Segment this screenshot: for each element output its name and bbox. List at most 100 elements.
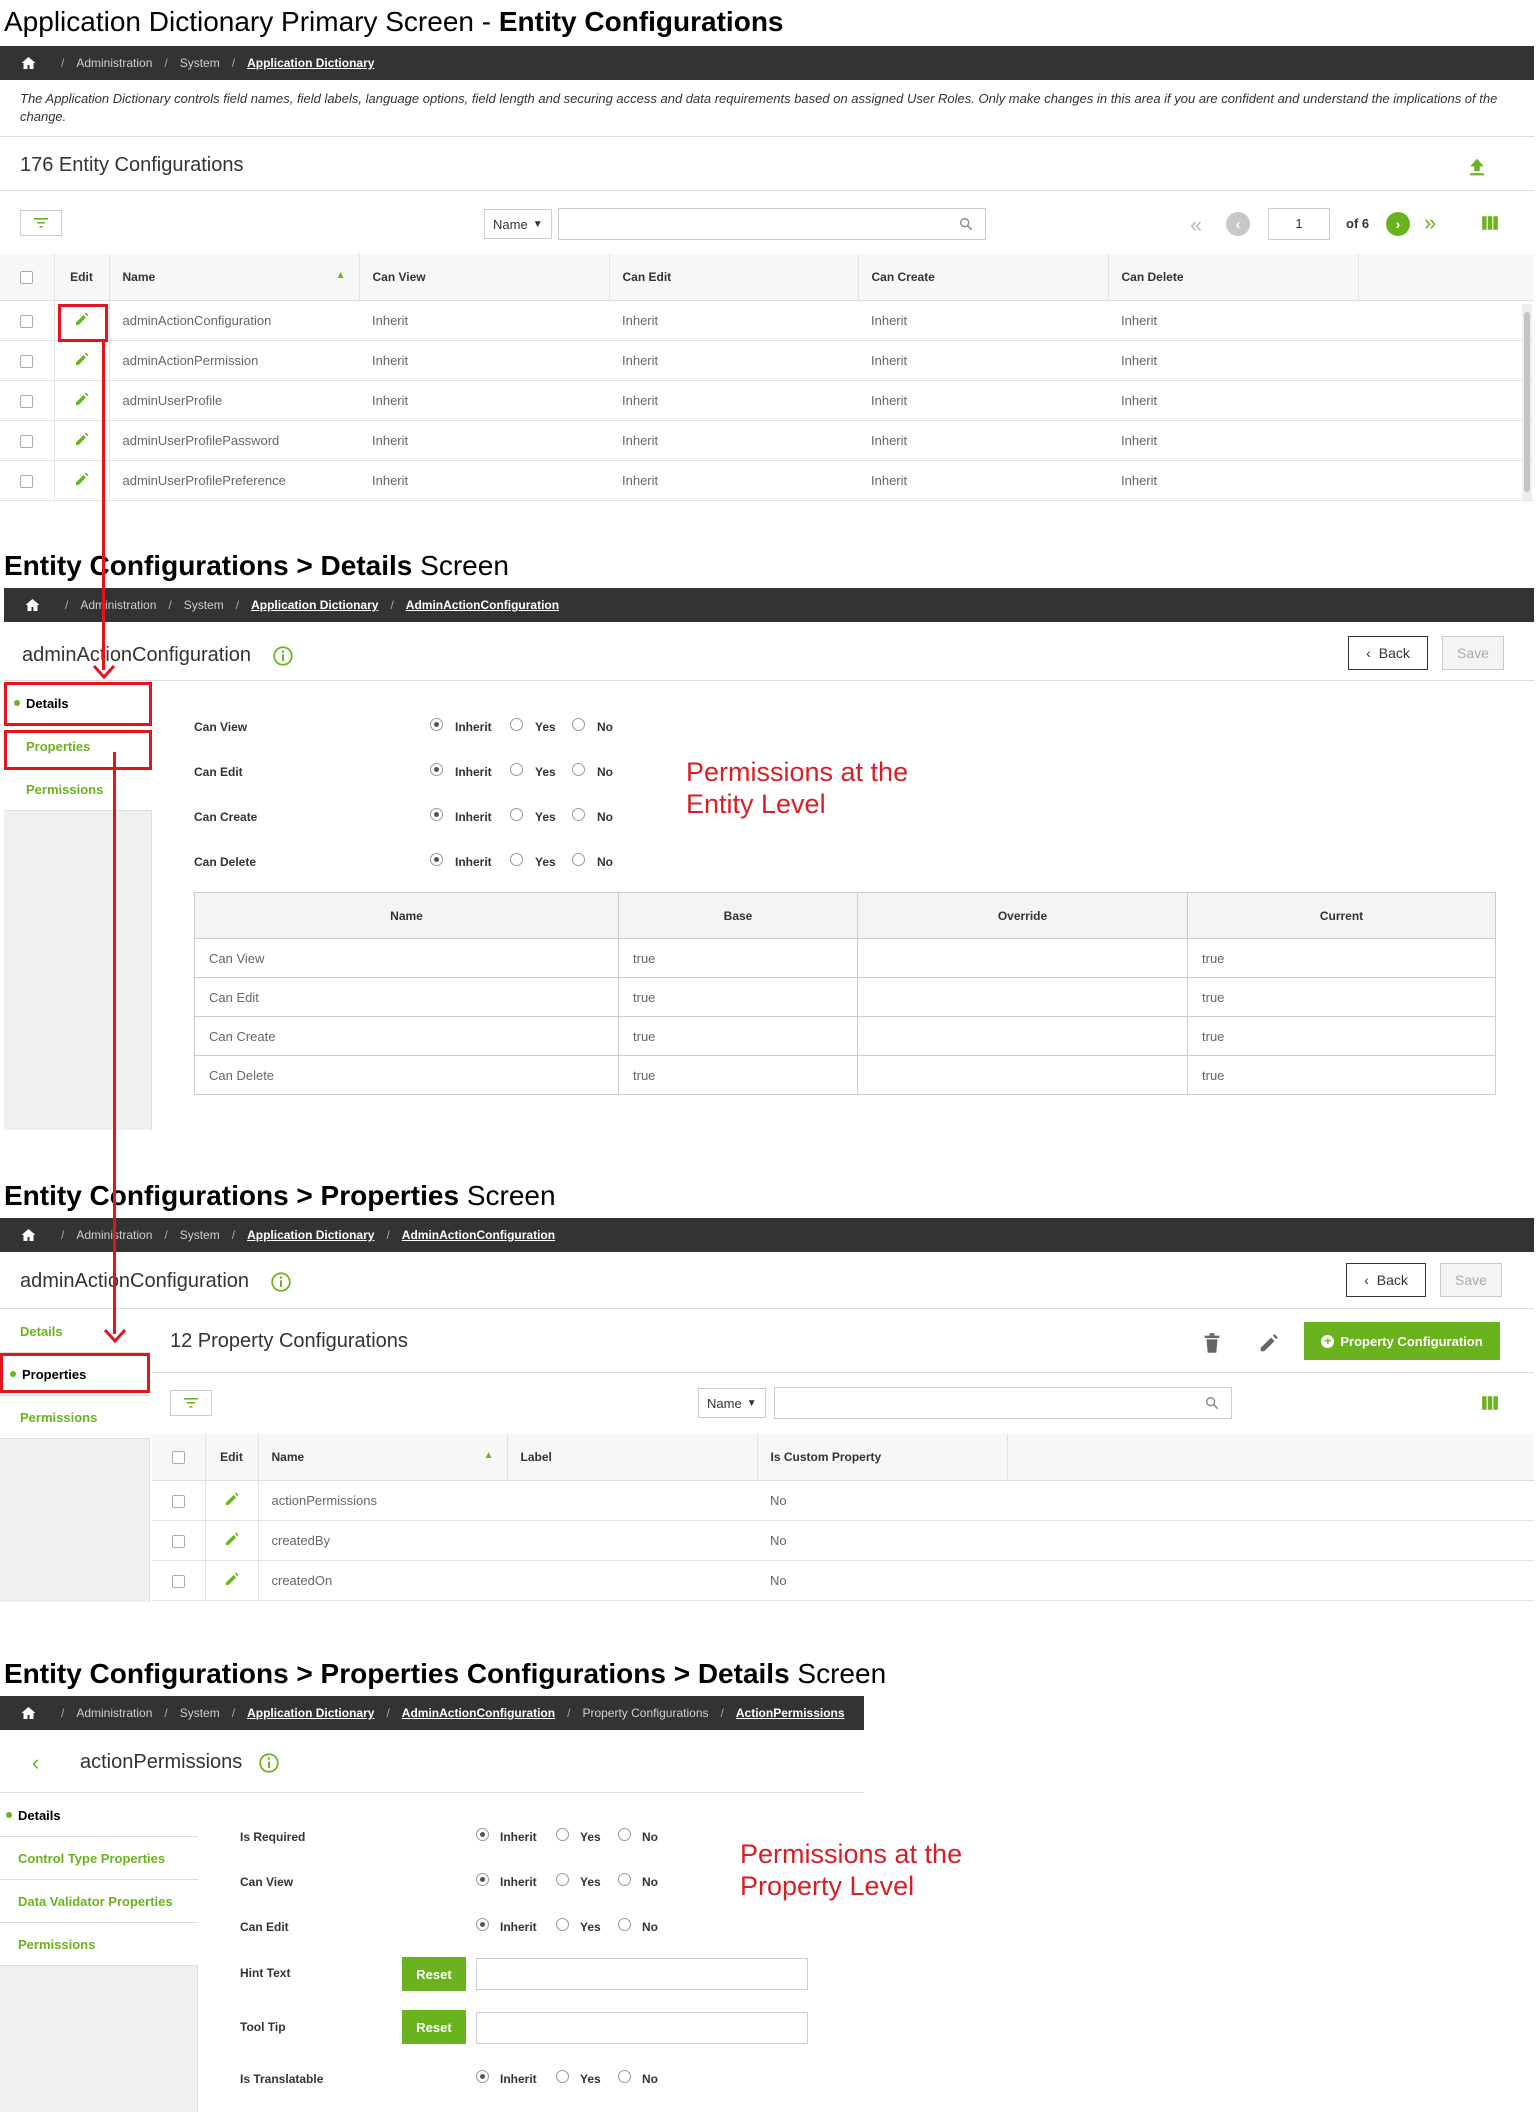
table-row[interactable]: adminActionConfiguration Inherit Inherit In… (0, 300, 1534, 341)
row-checkbox[interactable] (171, 1574, 185, 1588)
filter-button[interactable] (20, 210, 62, 236)
table-row[interactable]: adminUserProfile Inherit Inherit Inherit Inh… (0, 380, 1534, 421)
col-can-create[interactable]: Can Create (858, 254, 1109, 301)
filter-button[interactable] (170, 1390, 212, 1416)
col-can-edit[interactable]: Can Edit (609, 254, 859, 301)
nav-control-type-properties[interactable]: Control Type Properties (0, 1837, 198, 1880)
next-page-button[interactable]: › (1386, 212, 1410, 236)
radio-inherit[interactable] (430, 718, 443, 731)
radio-no[interactable] (572, 853, 585, 866)
crumb-admin-action-configuration[interactable]: AdminActionConfiguration (402, 1228, 555, 1242)
crumb-property-configurations[interactable]: Property Configurations (582, 1706, 708, 1720)
radio-yes[interactable] (556, 2070, 569, 2083)
table-row[interactable]: actionPermissions No (152, 1480, 1534, 1521)
hint-reset-button[interactable]: Reset (402, 1957, 466, 1991)
row-checkbox[interactable] (20, 474, 34, 488)
crumb-system[interactable]: System (180, 56, 220, 70)
first-page-icon[interactable]: « (1190, 212, 1202, 238)
crumb-administration[interactable]: Administration (80, 598, 156, 612)
row-checkbox[interactable] (20, 314, 34, 328)
radio-yes[interactable] (510, 718, 523, 731)
save-button[interactable]: Save (1440, 1263, 1502, 1297)
col-name[interactable]: Name ▲ (109, 254, 360, 301)
table-row[interactable]: adminUserProfilePreference Inherit Inherit… (0, 460, 1534, 501)
back-chevron-icon[interactable]: ‹ (32, 1750, 39, 1776)
edit-pencil-icon[interactable] (1258, 1332, 1280, 1354)
crumb-system[interactable]: System (180, 1706, 220, 1720)
home-icon[interactable] (24, 597, 41, 613)
radio-yes[interactable] (510, 853, 523, 866)
page-number-input[interactable]: 1 (1268, 208, 1330, 240)
home-icon[interactable] (20, 55, 37, 71)
crumb-application-dictionary[interactable]: Application Dictionary (247, 1228, 374, 1242)
upload-icon[interactable] (1466, 156, 1488, 178)
col-name[interactable]: Name ▲ (258, 1434, 508, 1481)
row-checkbox[interactable] (171, 1534, 185, 1548)
tool-tip-input[interactable] (476, 2012, 808, 2044)
edit-pencil-icon[interactable] (74, 351, 90, 367)
home-icon[interactable] (20, 1227, 37, 1243)
search-input[interactable] (558, 208, 986, 240)
edit-pencil-icon[interactable] (74, 471, 90, 487)
radio-yes[interactable] (556, 1828, 569, 1841)
edit-pencil-icon[interactable] (224, 1531, 240, 1547)
row-checkbox[interactable] (171, 1494, 185, 1508)
info-icon[interactable] (272, 645, 294, 667)
tooltip-reset-button[interactable]: Reset (402, 2010, 466, 2044)
table-row[interactable]: createdOn No (152, 1560, 1534, 1601)
table-scrollbar[interactable] (1522, 304, 1532, 500)
radio-no[interactable] (618, 1873, 631, 1886)
radio-yes[interactable] (556, 1873, 569, 1886)
select-all-checkbox[interactable] (171, 1450, 185, 1464)
crumb-application-dictionary[interactable]: Application Dictionary (247, 1706, 374, 1720)
nav-data-validator-properties[interactable]: Data Validator Properties (0, 1880, 198, 1923)
columns-icon[interactable] (1480, 1394, 1500, 1412)
nav-permissions[interactable]: Permissions (0, 1396, 150, 1439)
back-button[interactable]: ‹ Back (1346, 1263, 1426, 1297)
radio-no[interactable] (618, 2070, 631, 2083)
edit-pencil-icon[interactable] (224, 1491, 240, 1507)
radio-inherit[interactable] (430, 763, 443, 776)
col-is-custom-property[interactable]: Is Custom Property (757, 1434, 1008, 1481)
col-can-delete[interactable]: Can Delete (1108, 254, 1359, 301)
add-property-configuration-button[interactable]: + Property Configuration (1304, 1322, 1500, 1360)
radio-inherit[interactable] (476, 1873, 489, 1886)
radio-yes[interactable] (556, 1918, 569, 1931)
nav-details[interactable]: Details (0, 1794, 198, 1837)
last-page-icon[interactable]: » (1424, 210, 1436, 236)
crumb-application-dictionary[interactable]: Application Dictionary (247, 56, 374, 70)
table-row[interactable]: adminActionPermission Inherit Inherit Inher… (0, 340, 1534, 381)
radio-inherit[interactable] (476, 1918, 489, 1931)
filter-field-select[interactable]: Name ▼ (484, 209, 552, 239)
row-checkbox[interactable] (20, 434, 34, 448)
radio-no[interactable] (572, 808, 585, 821)
prev-page-button[interactable]: ‹ (1226, 212, 1250, 236)
home-icon[interactable] (20, 1705, 37, 1721)
table-row[interactable]: createdBy No (152, 1520, 1534, 1561)
radio-no[interactable] (572, 763, 585, 776)
info-icon[interactable] (258, 1752, 280, 1774)
search-input[interactable] (774, 1387, 1232, 1419)
edit-pencil-icon[interactable] (74, 391, 90, 407)
radio-yes[interactable] (510, 763, 523, 776)
crumb-admin-action-configuration[interactable]: AdminActionConfiguration (406, 598, 559, 612)
crumb-system[interactable]: System (184, 598, 224, 612)
col-label[interactable]: Label (507, 1434, 758, 1481)
edit-pencil-icon[interactable] (224, 1571, 240, 1587)
radio-inherit[interactable] (430, 808, 443, 821)
columns-icon[interactable] (1480, 214, 1500, 232)
crumb-action-permissions[interactable]: ActionPermissions (736, 1706, 845, 1720)
row-checkbox[interactable] (20, 394, 34, 408)
nav-details[interactable]: Details (0, 1310, 150, 1353)
info-icon[interactable] (270, 1271, 292, 1293)
crumb-administration[interactable]: Administration (76, 56, 152, 70)
trash-icon[interactable] (1202, 1332, 1222, 1354)
radio-no[interactable] (618, 1918, 631, 1931)
table-row[interactable]: adminUserProfilePassword Inherit Inherit In… (0, 420, 1534, 461)
crumb-administration[interactable]: Administration (76, 1706, 152, 1720)
radio-no[interactable] (572, 718, 585, 731)
hint-text-input[interactable] (476, 1958, 808, 1990)
save-button[interactable]: Save (1442, 636, 1504, 670)
nav-permissions[interactable]: Permissions (0, 1923, 198, 1966)
crumb-admin-action-configuration[interactable]: AdminActionConfiguration (402, 1706, 555, 1720)
